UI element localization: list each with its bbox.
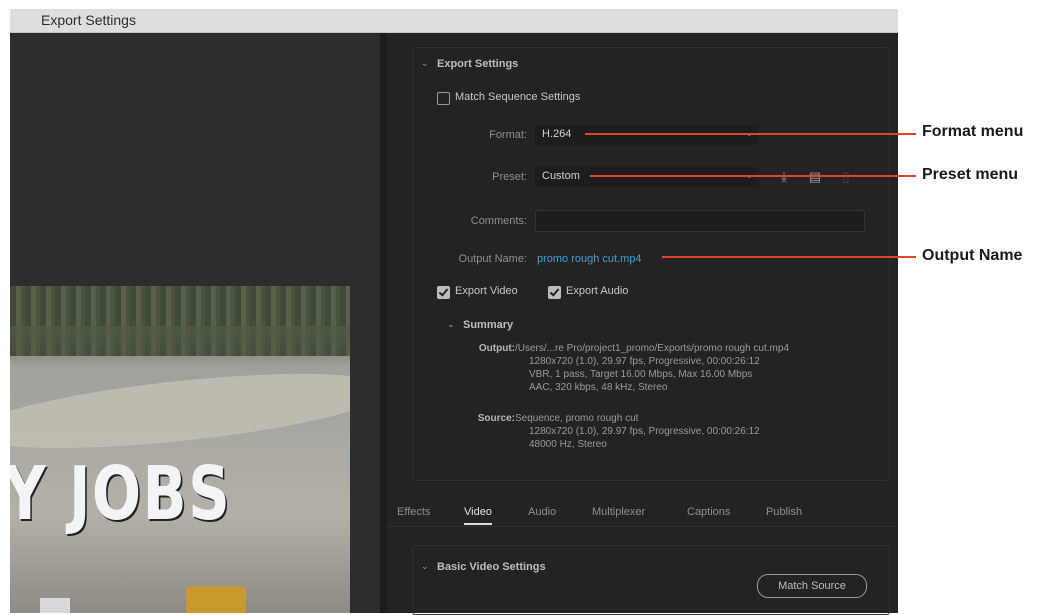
tree-shadow bbox=[10, 326, 350, 366]
summary-output-line: AAC, 320 kbps, 48 kHz, Stereo bbox=[529, 382, 668, 393]
output-name-label: Output Name: bbox=[458, 253, 527, 265]
export-audio-label: Export Audio bbox=[566, 285, 629, 297]
import-preset-icon[interactable]: ▤ bbox=[807, 169, 823, 185]
match-sequence-label: Match Sequence Settings bbox=[455, 91, 581, 103]
format-dropdown[interactable]: H.264 ⌄ bbox=[535, 125, 759, 145]
summary-output-line: /Users/...re Pro/project1_promo/Exports/… bbox=[515, 343, 790, 354]
export-video-label: Export Video bbox=[455, 285, 518, 297]
window-titlebar: Export Settings bbox=[10, 9, 898, 33]
excavator-shape bbox=[186, 586, 246, 613]
match-source-button[interactable]: Match Source bbox=[757, 574, 867, 598]
preset-callout: Preset menu bbox=[922, 166, 1019, 183]
vehicle-shape bbox=[40, 598, 70, 613]
summary-title: Summary bbox=[463, 319, 514, 331]
output-name-callout-line bbox=[662, 256, 916, 258]
window-title: Export Settings bbox=[41, 12, 136, 28]
preset-callout-line bbox=[590, 175, 916, 177]
summary-source-line: 1280x720 (1.0), 29.97 fps, Progressive, … bbox=[529, 426, 760, 437]
summary-source-label: Source: bbox=[477, 413, 515, 424]
tab-video[interactable]: Video bbox=[464, 506, 492, 525]
tab-audio[interactable]: Audio bbox=[528, 506, 556, 518]
tab-captions[interactable]: Captions bbox=[687, 506, 730, 518]
output-name-link[interactable]: promo rough cut.mp4 bbox=[537, 253, 642, 265]
dirt-road bbox=[10, 359, 350, 463]
export-settings-window: Y JOBS ⌄ Export Settings Match Sequence … bbox=[10, 33, 898, 615]
comments-label: Comments: bbox=[470, 215, 527, 227]
collapse-chevron-icon[interactable]: ⌄ bbox=[421, 58, 429, 69]
collapse-chevron-icon[interactable]: ⌄ bbox=[421, 561, 429, 572]
tab-divider bbox=[387, 526, 898, 527]
export-settings-title: Export Settings bbox=[437, 58, 519, 70]
tab-multiplexer[interactable]: Multiplexer bbox=[592, 506, 645, 518]
export-audio-checkbox[interactable] bbox=[548, 286, 561, 299]
save-preset-icon[interactable]: ⤓ bbox=[776, 169, 792, 185]
match-sequence-checkbox[interactable] bbox=[437, 92, 450, 105]
settings-tabs: Effects Video Audio Multiplexer Captions… bbox=[387, 498, 898, 528]
preset-dropdown[interactable]: Custom ⌄ bbox=[535, 167, 759, 187]
settings-panel: ⌄ Export Settings Match Sequence Setting… bbox=[387, 33, 898, 615]
preview-overlay-text: Y JOBS bbox=[10, 451, 232, 537]
format-callout-line bbox=[585, 133, 916, 135]
output-name-callout: Output Name bbox=[922, 247, 1023, 264]
format-label: Format: bbox=[489, 129, 527, 141]
summary-source-line: 48000 Hz, Stereo bbox=[529, 439, 607, 450]
preset-value: Custom bbox=[542, 170, 580, 182]
preview-pane: Y JOBS bbox=[10, 33, 380, 613]
summary-output-line: 1280x720 (1.0), 29.97 fps, Progressive, … bbox=[529, 356, 760, 367]
preset-label: Preset: bbox=[492, 171, 527, 183]
format-value: H.264 bbox=[542, 128, 572, 140]
format-callout: Format menu bbox=[922, 123, 1024, 140]
tab-publish[interactable]: Publish bbox=[766, 506, 802, 518]
tab-effects[interactable]: Effects bbox=[397, 506, 430, 518]
comments-field[interactable] bbox=[535, 210, 865, 232]
pane-divider[interactable] bbox=[380, 33, 387, 613]
export-video-checkbox[interactable] bbox=[437, 286, 450, 299]
video-preview: Y JOBS bbox=[10, 286, 350, 613]
basic-video-settings-title: Basic Video Settings bbox=[437, 561, 546, 573]
delete-preset-icon[interactable]: ▯ bbox=[838, 169, 854, 185]
summary-source-line: Sequence, promo rough cut bbox=[515, 413, 639, 424]
export-settings-box: ⌄ Export Settings Match Sequence Setting… bbox=[412, 47, 890, 481]
summary-output-label: Output: bbox=[478, 343, 515, 354]
summary-output-line: VBR, 1 pass, Target 16.00 Mbps, Max 16.0… bbox=[529, 369, 753, 380]
summary-chevron-icon[interactable]: ⌄ bbox=[447, 319, 455, 330]
